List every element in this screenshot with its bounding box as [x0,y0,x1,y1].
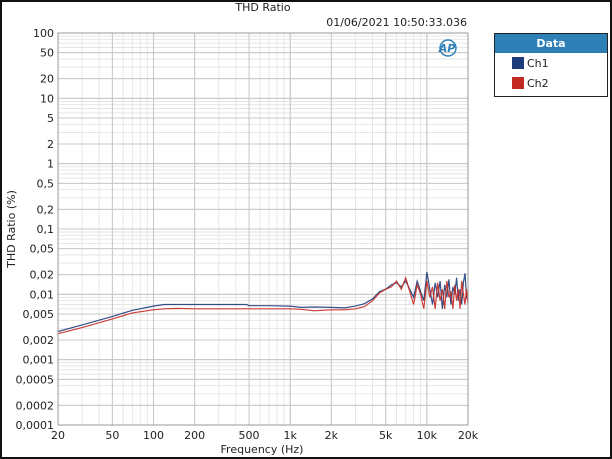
x-tick-label: 5k [379,429,393,442]
y-tick-label: 50 [40,47,54,60]
y-tick-label: 20 [40,73,54,86]
y-tick-label: 100 [33,27,54,40]
ch1-swatch [512,57,524,69]
y-axis-label: THD Ratio (%) [5,190,18,269]
y-tick-label: 0,1 [37,223,55,236]
y-tick-label: 1 [47,158,54,171]
legend-label-ch1: Ch1 [527,56,549,70]
ch2-swatch [512,77,524,89]
y-tick-label: 0,5 [37,177,55,190]
y-tick-label: 0,05 [30,243,55,256]
y-tick-label: 5 [47,112,54,125]
grid [57,32,469,426]
legend-item-ch1[interactable]: Ch1 [495,53,607,73]
y-tick-label: 0,005 [23,308,55,321]
y-tick-label: 0,002 [23,334,55,347]
x-axis-label: Frequency (Hz) [221,443,304,456]
timestamp: 01/06/2021 10:50:33.036 [326,16,467,29]
y-tick-label: 0,001 [23,354,55,367]
x-tick-label: 200 [184,429,205,442]
legend-label-ch2: Ch2 [527,76,549,90]
x-tick-label: 500 [239,429,260,442]
ap-logo-icon: AP [438,39,457,57]
x-tick-label: 2k [325,429,339,442]
legend-title: Data [495,34,607,53]
y-tick-label: 0,01 [30,288,55,301]
x-tick-label: 1k [284,429,298,442]
y-tick-label: 10 [40,92,54,105]
x-tick-label: 50 [105,429,119,442]
y-tick-label: 0,2 [37,203,55,216]
x-tick-label: 100 [143,429,164,442]
y-tick-label: 0,02 [30,269,55,282]
y-tick-label: 0,0001 [16,419,55,432]
legend-item-ch2[interactable]: Ch2 [495,73,607,93]
x-tick-label: 10k [417,429,438,442]
chart-title: THD Ratio [234,1,290,14]
x-tick-label: 20k [458,429,479,442]
legend: Data Ch1 Ch2 [494,33,608,97]
series-lines [57,271,469,335]
y-tick-label: 0,0005 [16,373,55,386]
y-tick-label: 2 [47,138,54,151]
svg-text:AP: AP [438,42,456,55]
y-tick-label: 0,0002 [16,399,55,412]
